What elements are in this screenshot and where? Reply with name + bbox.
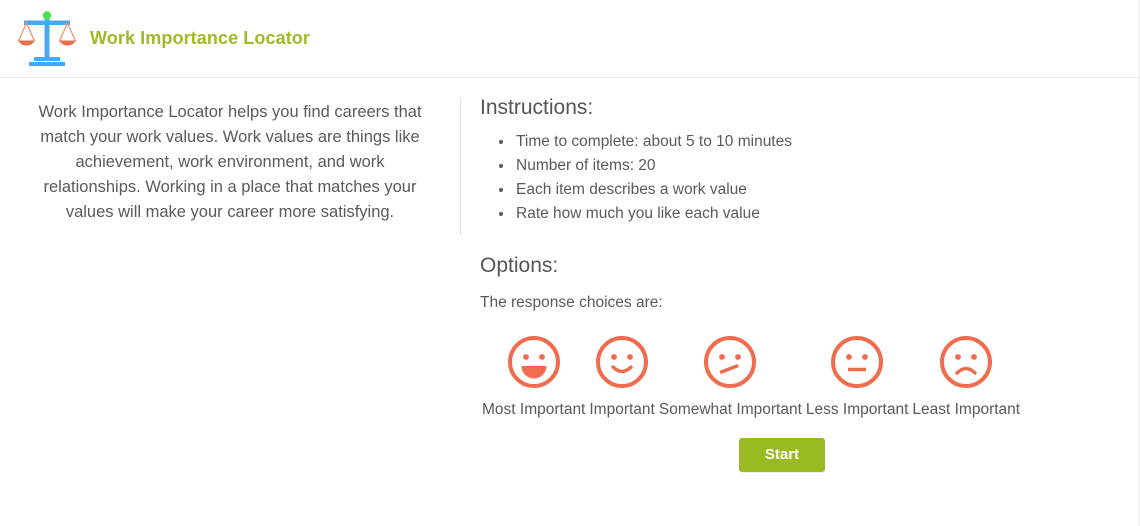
- choice-label: Important: [589, 401, 655, 418]
- app-title: Work Importance Locator: [90, 28, 311, 48]
- smiling-face-icon: [596, 336, 649, 388]
- choice-somewhat-important[interactable]: Somewhat Important: [657, 334, 804, 419]
- choice-label: Somewhat Important: [658, 401, 802, 418]
- start-button[interactable]: Start: [738, 438, 826, 472]
- response-choices-row: Most Important Important Somewhat Import…: [480, 334, 1130, 419]
- main-content: Work Importance Locator helps you find c…: [0, 78, 1139, 525]
- column-divider: [460, 98, 461, 235]
- options-heading: Options:: [480, 254, 559, 277]
- choice-label: Least Important: [912, 401, 1021, 418]
- page-container: Work Importance Locator Work Importance …: [0, 0, 1140, 526]
- list-item: Number of items: 20: [499, 154, 1130, 178]
- grinning-face-icon: [507, 336, 560, 388]
- confused-face-icon: [704, 336, 757, 388]
- choice-less-important[interactable]: Less Important: [804, 334, 911, 419]
- start-button-row: Start: [480, 438, 1130, 472]
- app-header: Work Importance Locator: [0, 0, 1139, 78]
- choice-label: Less Important: [805, 401, 909, 418]
- details-column: Instructions: Time to complete: about 5 …: [480, 94, 1130, 472]
- choice-most-important[interactable]: Most Important: [480, 334, 587, 419]
- instructions-list: Time to complete: about 5 to 10 minutes …: [480, 130, 1130, 226]
- list-item: Each item describes a work value: [499, 178, 1130, 202]
- frowning-face-icon: [940, 336, 993, 388]
- balance-scale-icon: [14, 8, 80, 70]
- options-subtitle: The response choices are:: [480, 294, 663, 311]
- neutral-face-icon: [831, 336, 884, 388]
- choice-label: Most Important: [482, 401, 586, 418]
- list-item: Rate how much you like each value: [499, 202, 1130, 226]
- options-section: Options: The response choices are: Most …: [480, 252, 1130, 472]
- instructions-heading: Instructions:: [480, 96, 594, 119]
- intro-description: Work Importance Locator helps you find c…: [38, 103, 422, 221]
- choice-least-important[interactable]: Least Important: [910, 334, 1022, 419]
- choice-important[interactable]: Important: [587, 334, 656, 419]
- intro-column: Work Importance Locator helps you find c…: [0, 100, 460, 225]
- list-item: Time to complete: about 5 to 10 minutes: [499, 130, 1130, 154]
